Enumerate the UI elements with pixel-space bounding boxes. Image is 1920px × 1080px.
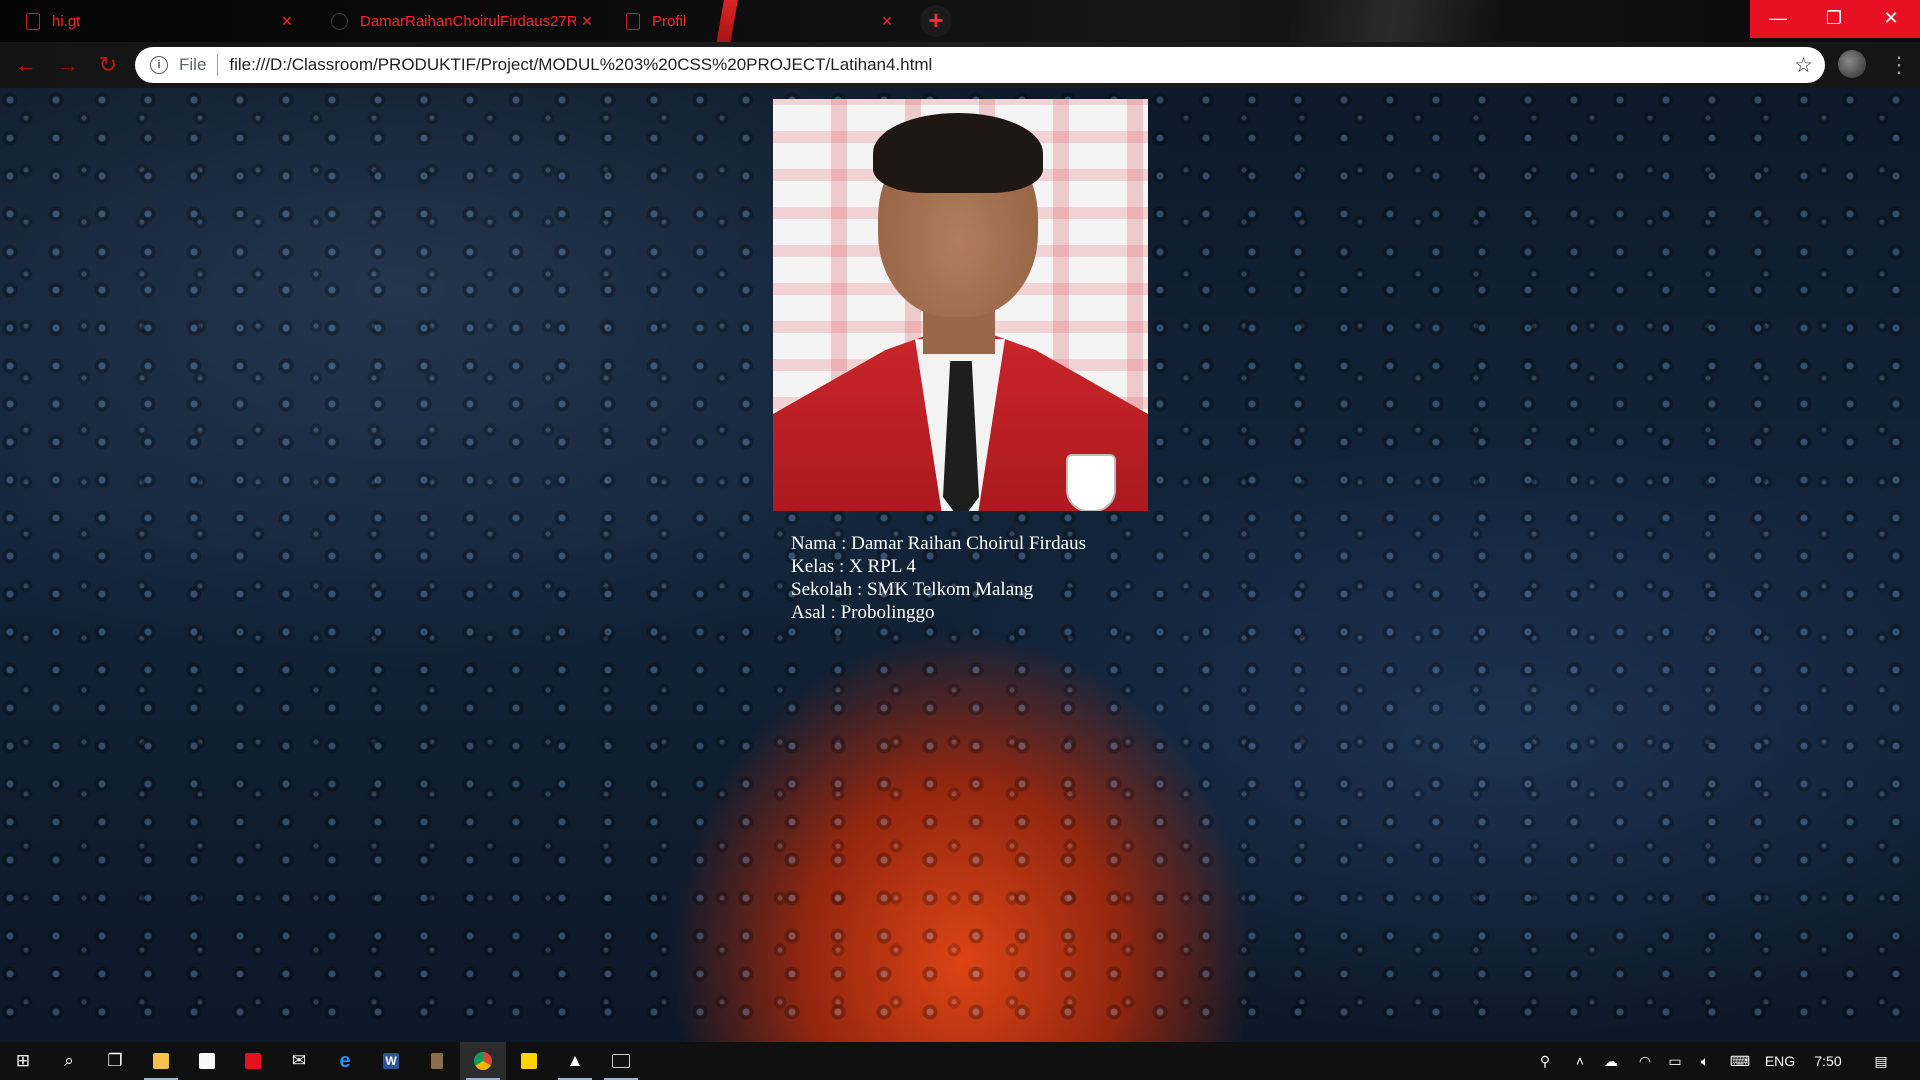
store-icon[interactable] <box>184 1042 230 1080</box>
windows-logo-icon: ⊞ <box>15 1051 31 1070</box>
menu-icon[interactable]: ⋮ <box>1888 48 1910 82</box>
edge-icon[interactable]: e <box>322 1042 368 1080</box>
taskbar: ⊞ ⌕ ❐ ✉ e W ▲ ⚲ ˄ ☁ ◠ ▭ 🔈︎ ⌨ ENG 7:50 ▤ <box>0 1042 1920 1080</box>
envelope-icon: ✉ <box>291 1051 307 1070</box>
tab-higt[interactable]: hi.gt × <box>0 0 300 42</box>
decorative-shape <box>1290 0 1550 42</box>
shopping-bag-icon <box>199 1053 215 1069</box>
info-origin: Asal : Probolinggo <box>791 602 935 623</box>
chevron-up-icon[interactable]: ˄ <box>1568 1042 1592 1080</box>
note-icon <box>521 1053 537 1069</box>
chrome-logo-icon <box>474 1052 492 1070</box>
info-icon[interactable]: i <box>150 56 168 74</box>
info-school: Sekolah : SMK Telkom Malang <box>791 579 1034 600</box>
battery-icon[interactable]: ▭ <box>1660 1042 1690 1080</box>
close-tab-icon[interactable]: × <box>874 0 900 42</box>
folder-icon <box>153 1053 169 1069</box>
volume-icon[interactable]: 🔈︎ <box>1690 1042 1720 1080</box>
document-icon <box>626 12 640 30</box>
word-logo-icon: W <box>383 1053 399 1069</box>
app-glyph-icon <box>431 1053 443 1069</box>
school-badge-icon <box>1066 454 1116 511</box>
mail-icon[interactable]: ✉ <box>276 1042 322 1080</box>
edge-logo-icon: e <box>339 1049 351 1072</box>
task-view-glyph-icon: ❐ <box>107 1051 123 1070</box>
forward-button[interactable]: → <box>50 42 86 88</box>
new-tab-button[interactable]: + <box>920 5 952 37</box>
onedrive-icon[interactable]: ☁ <box>1596 1042 1626 1080</box>
close-tab-icon[interactable]: × <box>574 0 600 42</box>
page-content: Nama : Damar Raihan Choirul Firdaus Kela… <box>0 88 1920 1042</box>
close-window-button[interactable]: ✕ <box>1862 0 1920 38</box>
address-bar[interactable]: i File file:///D:/Classroom/PRODUKTIF/Pr… <box>135 47 1825 83</box>
photo-hair <box>873 113 1043 193</box>
task-view-icon[interactable]: ❐ <box>92 1042 138 1080</box>
minimize-button[interactable]: — <box>1750 0 1806 38</box>
info-name: Nama : Damar Raihan Choirul Firdaus <box>791 533 1086 554</box>
tab-label: Profil <box>652 12 687 30</box>
windows-start-icon[interactable]: ⊞ <box>0 1042 46 1080</box>
gift-app-icon[interactable] <box>230 1042 276 1080</box>
profile-info: Nama : Damar Raihan Choirul Firdaus Kela… <box>791 532 1086 624</box>
scheme-label: File <box>179 55 207 74</box>
sticky-notes-icon[interactable] <box>506 1042 552 1080</box>
tab-label: DamarRaihanChoirulFirdaus27RPL4 <box>360 12 576 30</box>
gift-icon <box>245 1053 261 1069</box>
document-icon <box>26 12 40 30</box>
tab-strip: hi.gt × DamarRaihanChoirulFirdaus27RPL4 … <box>0 0 1920 90</box>
url-text[interactable]: file:///D:/Classroom/PRODUKTIF/Project/M… <box>229 55 932 75</box>
close-tab-icon[interactable]: × <box>274 0 300 42</box>
wifi-icon[interactable]: ◠ <box>1630 1042 1660 1080</box>
keyboard-icon[interactable]: ⌨ <box>1724 1042 1756 1080</box>
photos-icon[interactable]: ▲ <box>552 1042 598 1080</box>
image-icon: ▲ <box>566 1051 584 1070</box>
action-center-icon[interactable]: ▤ <box>1866 1042 1896 1080</box>
reload-button[interactable]: ↻ <box>90 42 126 88</box>
file-explorer-icon[interactable] <box>138 1042 184 1080</box>
language-indicator[interactable]: ENG <box>1760 1042 1800 1080</box>
profile-avatar[interactable] <box>1838 50 1866 78</box>
info-class: Kelas : X RPL 4 <box>791 556 916 577</box>
bookmark-star-icon[interactable]: ☆ <box>1794 53 1813 78</box>
tab-github-repo[interactable]: DamarRaihanChoirulFirdaus27RPL4 × <box>305 0 600 42</box>
terminal-icon[interactable] <box>598 1042 644 1080</box>
search-icon[interactable]: ⌕ <box>46 1042 92 1080</box>
github-icon <box>331 12 348 30</box>
chrome-icon[interactable] <box>460 1042 506 1080</box>
browser-toolbar: ← → ↻ i File file:///D:/Classroom/PRODUK… <box>0 42 1920 88</box>
profile-photo <box>773 99 1148 511</box>
tab-label: hi.gt <box>52 12 81 30</box>
restore-button[interactable]: ❐ <box>1806 0 1862 38</box>
back-button[interactable]: ← <box>8 42 44 88</box>
window-icon <box>612 1054 630 1068</box>
divider <box>217 54 219 76</box>
magnifier-icon: ⌕ <box>64 1051 74 1070</box>
word-icon[interactable]: W <box>368 1042 414 1080</box>
app-icon[interactable] <box>414 1042 460 1080</box>
tab-profil[interactable]: Profil × <box>600 0 900 42</box>
people-icon[interactable]: ⚲ <box>1530 1042 1560 1080</box>
clock[interactable]: 7:50 <box>1806 1042 1850 1080</box>
